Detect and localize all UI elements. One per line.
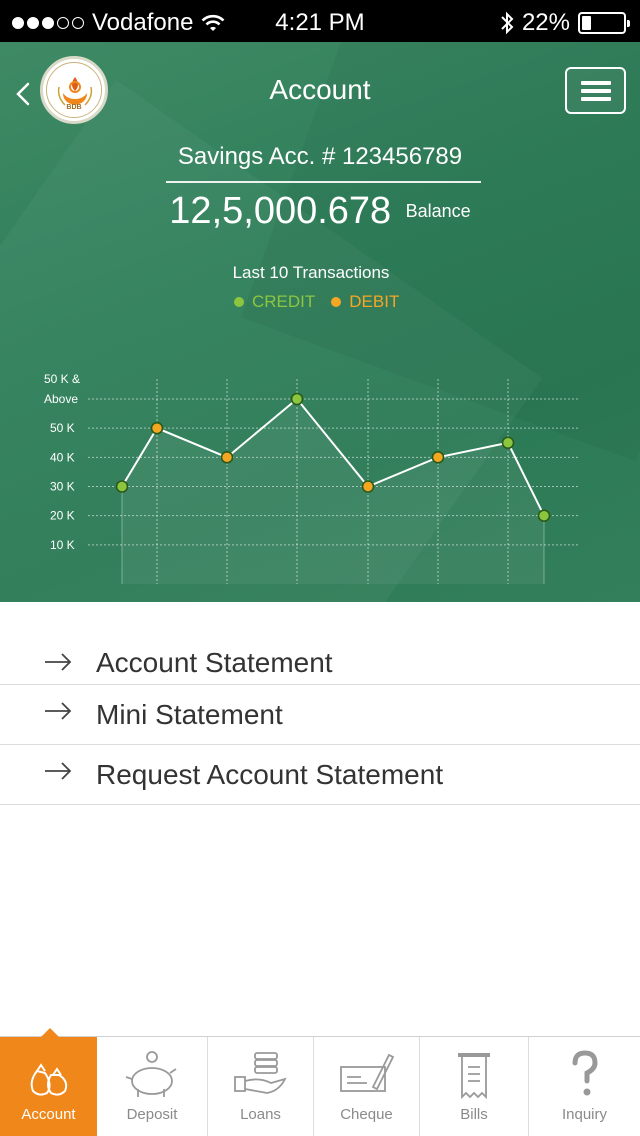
- action-label: Request Account Statement: [96, 759, 444, 790]
- data-point-credit: [290, 392, 304, 406]
- legend-debit: DEBIT: [331, 292, 399, 312]
- account-divider: [166, 181, 481, 183]
- status-right: 22%: [500, 9, 630, 37]
- account-summary-panel: BDB Account Savings Acc. # 123456789 12,…: [0, 42, 640, 602]
- page-title: Account: [269, 74, 371, 105]
- area-fill: [122, 399, 544, 584]
- question-icon: [572, 1050, 598, 1096]
- tab-label: Bills: [460, 1106, 488, 1123]
- arrow-right-icon: [45, 762, 72, 780]
- tab-account[interactable]: Account: [0, 1028, 97, 1136]
- receipt-icon: [458, 1053, 490, 1100]
- battery-icon: [578, 12, 630, 34]
- legend-credit-label: CREDIT: [252, 292, 316, 311]
- y-tick-label: Above: [44, 392, 78, 406]
- tab-loans[interactable]: Loans: [208, 1037, 314, 1136]
- data-point-debit: [150, 421, 164, 435]
- tab-inquiry[interactable]: Inquiry: [529, 1037, 640, 1136]
- legend-credit: CREDIT: [234, 292, 315, 312]
- y-tick-label: 50 K &: [44, 372, 80, 386]
- data-point-debit: [220, 451, 234, 464]
- chart-legend: CREDIT DEBIT: [234, 292, 399, 312]
- tab-deposit[interactable]: Deposit: [97, 1037, 208, 1136]
- battery-percent: 22%: [521, 9, 570, 36]
- request-account-statement-item[interactable]: Request Account Statement: [0, 745, 640, 805]
- account-actions-list: Account Statement Mini Statement Request…: [0, 632, 640, 805]
- data-point-debit: [361, 480, 375, 493]
- tab-bills[interactable]: Bills: [420, 1037, 529, 1136]
- menu-button[interactable]: [565, 67, 626, 114]
- tab-label: Loans: [240, 1106, 281, 1123]
- y-tick-label: 20 K: [50, 509, 75, 523]
- bluetooth-icon: [501, 11, 514, 35]
- tab-label: Inquiry: [561, 1106, 608, 1123]
- tab-label: Cheque: [340, 1106, 393, 1123]
- y-tick-label: 40 K: [50, 450, 75, 464]
- tab-label: Deposit: [126, 1106, 178, 1123]
- data-point-credit: [115, 480, 129, 493]
- y-tick-label: 30 K: [50, 480, 75, 494]
- data-point-credit: [501, 436, 515, 450]
- tab-label: Account: [21, 1106, 76, 1123]
- piggy-bank-icon: [125, 1051, 177, 1097]
- cheque-icon: [339, 1053, 394, 1092]
- action-label: Mini Statement: [96, 699, 283, 730]
- arrow-right-icon: [45, 702, 72, 720]
- balance-amount: 12,5,000.678: [169, 190, 392, 232]
- transactions-line-chart: 10 K20 K30 K40 K50 K50 K &Above1- AUG5- …: [44, 372, 580, 584]
- mini-statement-item[interactable]: Mini Statement: [0, 685, 640, 745]
- status-bar: Vodafone 4:21 PM 22%: [0, 0, 640, 42]
- legend-debit-label: DEBIT: [349, 292, 400, 311]
- balance-row: 12,5,000.678 Balance: [0, 190, 640, 233]
- data-point-debit: [431, 451, 445, 464]
- account-number: Savings Acc. # 123456789: [177, 143, 463, 170]
- balance-label: Balance: [405, 201, 471, 221]
- tab-cheque[interactable]: Cheque: [314, 1037, 420, 1136]
- coins-hand-icon: [233, 1052, 287, 1094]
- hamburger-icon: [580, 80, 611, 85]
- data-point-credit: [537, 509, 551, 522]
- bottom-tab-bar: Account Deposit Loans Cheque Bills Inqui…: [0, 1028, 640, 1136]
- money-bag-icon: [30, 1063, 67, 1096]
- y-tick-label: 50 K: [50, 421, 75, 435]
- chart-title: Last 10 Transactions: [232, 263, 390, 282]
- action-label: Account Statement: [96, 647, 333, 678]
- y-tick-label: 10 K: [50, 538, 75, 552]
- account-statement-item[interactable]: Account Statement: [0, 632, 640, 685]
- arrow-right-icon: [45, 653, 72, 671]
